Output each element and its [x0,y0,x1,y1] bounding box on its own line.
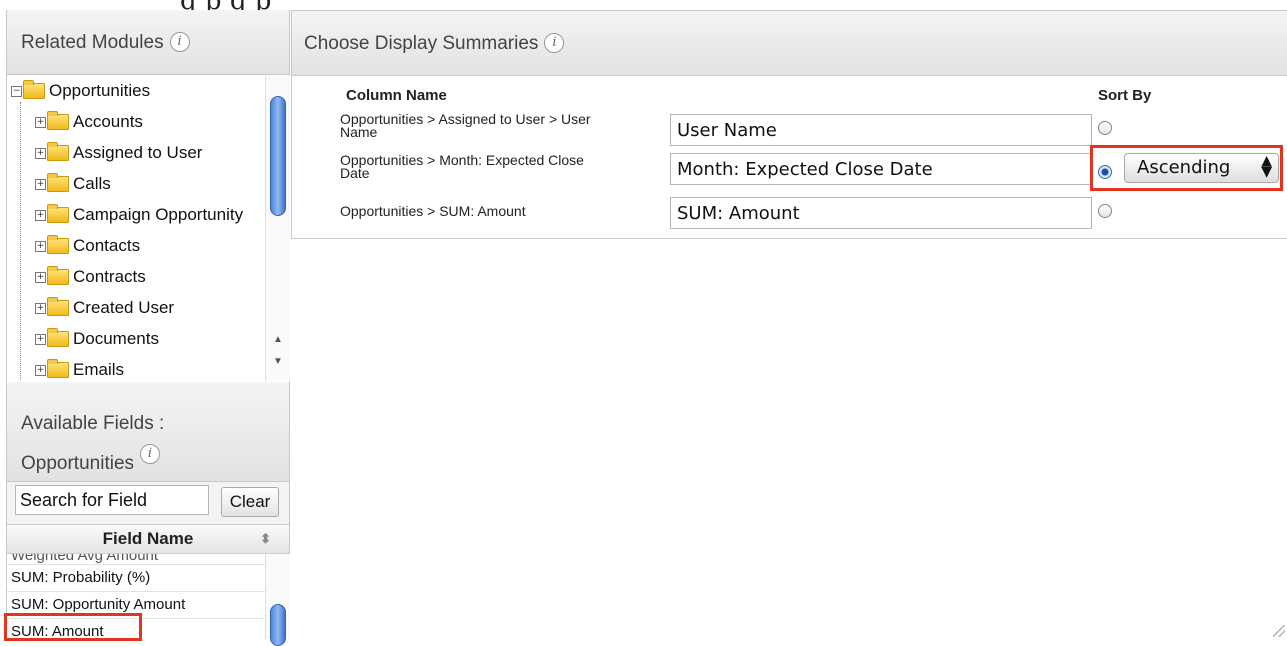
tree-item-label: Emails [73,360,125,379]
available-fields-module: Opportunities [21,453,135,474]
tree-item-documents[interactable]: + Documents [35,325,159,353]
expand-icon[interactable]: + [35,147,46,159]
sort-radio-selected[interactable] [1098,165,1112,179]
sort-order-value: Ascending [1137,157,1231,178]
folder-icon [47,297,69,316]
fields-scroll-thumb[interactable] [270,604,286,646]
expand-icon[interactable]: + [35,209,46,221]
field-row[interactable]: SUM: Opportunity Amount [7,592,265,619]
tree-item-emails[interactable]: + Emails [35,356,124,381]
field-row[interactable]: SUM: Probability (%) [7,565,265,592]
tree-item-label: Opportunities [49,81,151,100]
summary-row-label: Opportunities > Month: Expected Close Da… [340,152,650,181]
tree-item-opportunities[interactable]: − Opportunities [11,77,150,105]
folder-icon [47,173,69,192]
display-summaries-header: Choose Display Summaries i [292,11,1287,76]
tree-item-label: Contacts [73,236,141,255]
related-modules-tree: − Opportunities + Accounts + Assigned to… [7,76,265,381]
column-name-header: Column Name [346,87,447,104]
tree-item-created-user[interactable]: + Created User [35,294,174,322]
sort-radio[interactable] [1098,204,1112,218]
summary-display-name-input[interactable] [670,153,1092,185]
summary-display-name-input[interactable] [670,197,1092,229]
tree-scroll-thumb[interactable] [270,96,286,216]
sort-order-select[interactable]: Ascending ▲ ▼ [1124,153,1279,183]
info-icon[interactable]: i [544,33,565,53]
tree-item-calls[interactable]: + Calls [35,170,111,198]
tree-item-label: Documents [73,329,159,348]
info-icon[interactable]: i [140,444,161,464]
folder-icon [47,266,69,285]
expand-icon[interactable]: + [35,333,46,345]
fields-scrollbar[interactable] [265,554,290,646]
expand-icon[interactable]: + [35,364,46,376]
tree-scrollbar[interactable]: ▲ ▼ [265,76,290,381]
available-fields-list: Weighted Avg Amount SUM: Probability (%)… [7,554,265,639]
folder-icon [47,204,69,223]
field-name-column-header[interactable]: Field Name ⬍ [7,524,289,554]
tree-item-label: Contracts [73,267,146,286]
folder-icon [47,328,69,347]
expand-icon[interactable]: + [35,178,46,190]
resize-grip-icon[interactable] [1273,625,1285,637]
field-row-sum-amount[interactable]: SUM: Amount [7,619,265,639]
folder-icon [47,235,69,254]
tree-item-accounts[interactable]: + Accounts [35,108,143,136]
collapse-icon[interactable]: − [11,85,22,97]
select-arrows-icon: ▲ ▼ [1261,153,1272,180]
field-row[interactable]: Weighted Avg Amount [7,554,265,565]
label-line: Opportunities > Assigned to User > User [340,111,591,127]
label-line: Name [340,124,378,140]
folder-icon [47,142,69,161]
tree-item-label: Calls [73,174,111,193]
folder-icon [47,359,69,378]
summary-row-label: Opportunities > SUM: Amount [340,203,650,219]
label-line: Opportunities > SUM: Amount [340,203,526,219]
tree-item-label: Campaign Opportunity [73,205,244,224]
display-summaries-panel: Choose Display Summaries i Column Name So… [291,10,1287,239]
sort-by-header: Sort By [1098,87,1152,104]
summary-row-label: Opportunities > Assigned to User > User … [340,111,650,140]
available-fields-header: Available Fields : Opportunities i [7,382,289,482]
tree-item-label: Accounts [73,112,143,131]
related-modules-title: Related Modules [21,32,164,53]
scroll-down-icon[interactable]: ▼ [273,356,283,367]
sort-icon[interactable]: ⬍ [260,525,271,553]
folder-open-icon [23,80,45,99]
summary-display-name-input[interactable] [670,114,1092,146]
sort-radio[interactable] [1098,121,1112,135]
label-line: Opportunities > Month: Expected Close [340,152,584,168]
clear-button[interactable]: Clear [221,487,279,517]
tree-item-label: Assigned to User [73,143,203,162]
expand-icon[interactable]: + [35,116,46,128]
tree-item-campaign-opportunity[interactable]: + Campaign Opportunity [35,201,243,229]
tree-item-contracts[interactable]: + Contracts [35,263,146,291]
label-line: Date [340,165,370,181]
tree-item-contacts[interactable]: + Contacts [35,232,140,260]
tree-item-assigned-to-user[interactable]: + Assigned to User [35,139,202,167]
tree-item-label: Created User [73,298,175,317]
folder-icon [47,111,69,130]
display-summaries-title: Choose Display Summaries [304,33,539,54]
related-modules-header: Related Modules i [7,10,289,75]
left-panel: Related Modules i − Opportunities + Accou… [6,10,290,646]
info-icon[interactable]: i [169,32,190,52]
scroll-up-icon[interactable]: ▲ [273,334,283,345]
available-fields-title: Available Fields : [21,413,165,434]
expand-icon[interactable]: + [35,240,46,252]
field-search-row: Clear [7,482,289,524]
field-search-input[interactable] [15,485,209,515]
expand-icon[interactable]: + [35,271,46,283]
field-name-header-label: Field Name [102,529,194,548]
expand-icon[interactable]: + [35,302,46,314]
tree-guide-line [20,102,21,381]
